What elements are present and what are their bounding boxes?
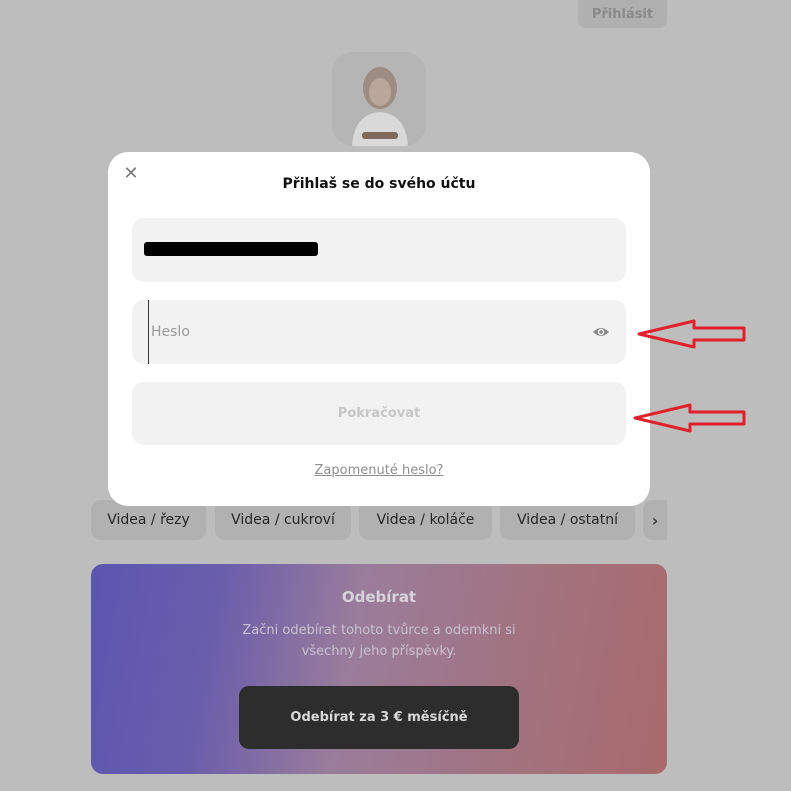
login-modal: ✕ Přihlaš se do svého účtu Pokračovat Za… [108, 152, 650, 506]
creator-avatar [332, 52, 426, 146]
login-button[interactable]: Přihlásit [578, 0, 667, 28]
email-field[interactable] [132, 218, 626, 282]
subscribe-title: Odebírat [341, 588, 417, 606]
forgot-password-link[interactable]: Zapomenuté heslo? [108, 463, 650, 478]
chip-videa-ostatni[interactable]: Videa / ostatní [500, 500, 635, 540]
creator-avatar-image [332, 52, 426, 146]
subscribe-card: Odebírat Začni odebírat tohoto tvůrce a … [91, 564, 667, 774]
subscribe-button[interactable]: Odebírat za 3 € měsíčně [239, 686, 519, 749]
category-chips: Videa / řezy Videa / cukroví Videa / kol… [91, 500, 671, 540]
subscribe-description: Začni odebírat tohoto tvůrce a odemkni s… [242, 623, 516, 659]
chip-videa-kolace[interactable]: Videa / koláče [359, 500, 492, 540]
redacted-email-value [144, 242, 318, 256]
chip-videa-cukrovi[interactable]: Videa / cukroví [215, 500, 351, 540]
password-input[interactable] [148, 300, 568, 364]
eye-icon[interactable] [592, 324, 610, 340]
chip-videa-rezy[interactable]: Videa / řezy [91, 500, 206, 540]
annotation-arrow-password [637, 319, 746, 349]
annotation-arrow-continue [633, 403, 746, 433]
modal-title: Přihlaš se do svého účtu [282, 176, 476, 192]
chevron-right-icon[interactable]: › [643, 500, 667, 540]
password-field[interactable] [132, 300, 626, 364]
continue-button[interactable]: Pokračovat [132, 382, 626, 445]
